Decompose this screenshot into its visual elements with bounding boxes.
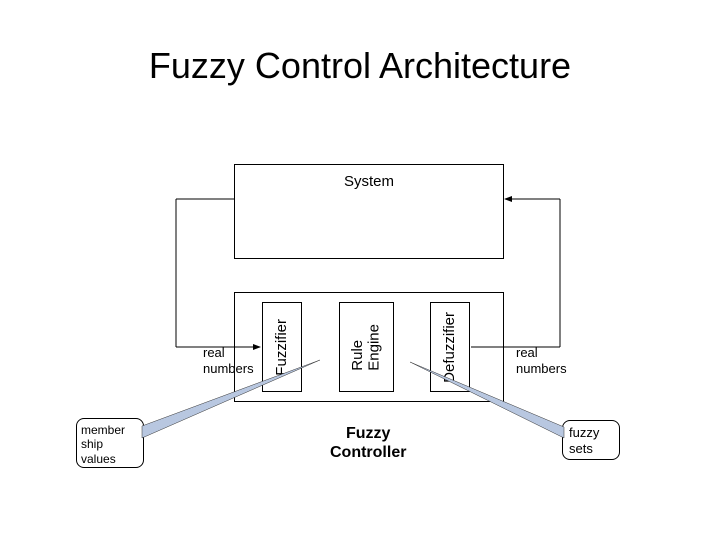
fuzzifier-block: Fuzzifier: [262, 302, 302, 392]
fuzzy-controller-label: Fuzzy Controller: [330, 424, 406, 462]
fuzzy-sets-callout: fuzzy sets: [562, 420, 620, 460]
membership-values-callout: member ship values: [76, 418, 144, 468]
defuzzifier-block: Defuzzifier: [430, 302, 470, 392]
system-box: System: [234, 164, 504, 259]
diagram-title: Fuzzy Control Architecture: [0, 45, 720, 87]
defuzzifier-label: Defuzzifier: [442, 312, 459, 383]
rule-engine-label: Rule Engine: [350, 324, 383, 371]
real-numbers-left-label: real numbers: [203, 345, 254, 376]
system-label: System: [344, 173, 394, 190]
rule-engine-block: Rule Engine: [339, 302, 394, 392]
real-numbers-right-label: real numbers: [516, 345, 567, 376]
fuzzifier-label: Fuzzifier: [274, 319, 291, 376]
